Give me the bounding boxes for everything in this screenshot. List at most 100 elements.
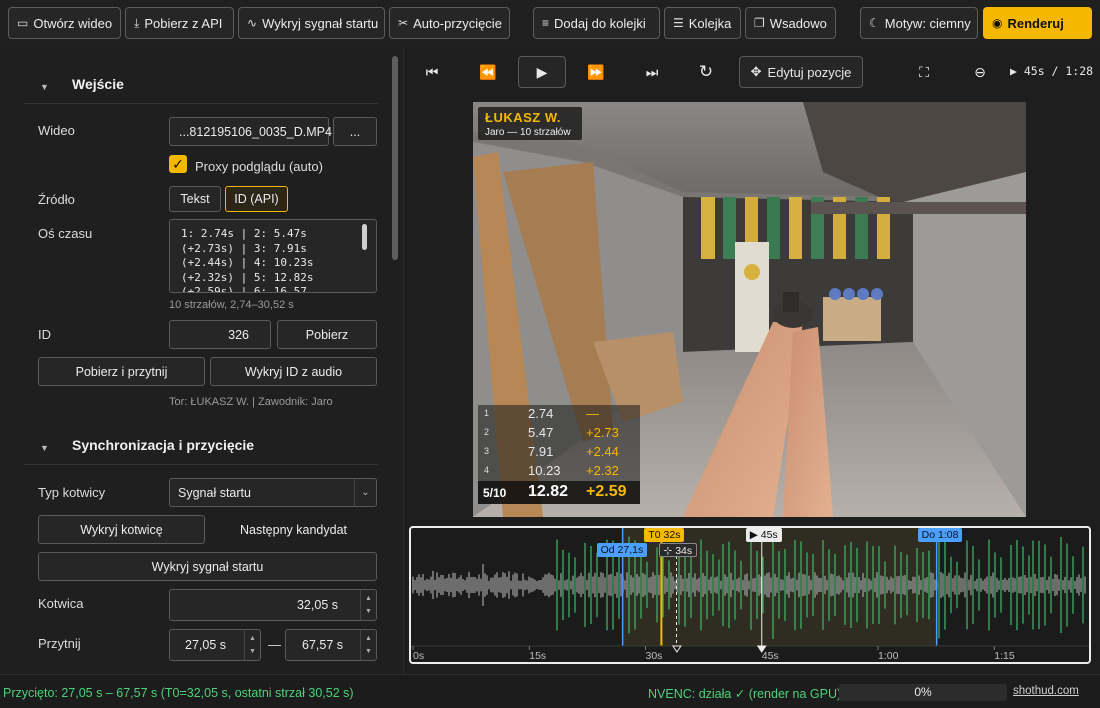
chevron-down-icon: ▼: [365, 648, 372, 655]
tick-label: 1:15: [994, 650, 1015, 662]
settings-scrollbar[interactable]: [392, 56, 398, 260]
time-readout: ▶ 45s / 1:28: [1010, 64, 1094, 78]
moon-icon: ☾: [869, 16, 880, 30]
chevron-up-icon: ▲: [249, 635, 256, 642]
trim-label: Przytnij: [38, 636, 81, 651]
waveform-timeline[interactable]: 0s 15s 30s 45s 1:00 1:15 T0 32s ▶ 45s Od 27,1…: [409, 526, 1091, 664]
anchor-label: Kotwica: [38, 596, 84, 611]
fetch-api-button[interactable]: ⤓ Pobierz z API: [125, 7, 234, 39]
shooter-name: ŁUKASZ W.: [485, 110, 561, 125]
detect-start-button[interactable]: ∿ Wykryj sygnał startu: [238, 7, 385, 39]
spin-buttons[interactable]: ▲ ▼: [360, 590, 376, 620]
meta-hint: Tor: ŁUKASZ W. | Zawodnik: Jaro: [169, 396, 333, 408]
skip-end-button[interactable]: ⏭: [638, 56, 666, 88]
anchor-type-select[interactable]: Sygnał startu ⌄: [169, 478, 377, 507]
fast-forward-icon: ⏩: [587, 63, 605, 80]
chevron-up-icon: ▲: [365, 595, 372, 602]
video-label: Wideo: [38, 123, 75, 138]
trim-to-label[interactable]: Do 1:08: [917, 528, 963, 542]
proxy-label: Proxy podglądu (auto): [195, 159, 323, 174]
gpu-status: NVENC: działa ✓ (render na GPU): [648, 687, 842, 701]
auto-trim-button[interactable]: ✂ Auto-przycięcie: [389, 7, 510, 39]
detect-start-signal-button[interactable]: Wykryj sygnał startu: [38, 552, 377, 581]
shot-row: 4 10.23 +2.32: [478, 462, 640, 481]
zoom-out-button[interactable]: ⊖: [966, 56, 994, 88]
skip-start-icon: ⏮: [425, 63, 439, 80]
video-preview[interactable]: ŁUKASZ W. Jaro — 10 strzałów 1 2.74— 2 5.4…: [473, 102, 1026, 517]
render-button[interactable]: ◉ Renderuj: [983, 7, 1092, 39]
rewind-icon: ⏪: [479, 63, 497, 80]
play-button[interactable]: ▶: [518, 56, 566, 88]
anchor-type-label: Typ kotwicy: [38, 485, 106, 500]
fetch-button[interactable]: Pobierz: [277, 320, 377, 349]
spin-buttons[interactable]: ▲ ▼: [360, 630, 376, 660]
spin-buttons[interactable]: ▲ ▼: [244, 630, 260, 660]
timeline-line: (+2.59s) | 6: 16.57: [181, 285, 307, 293]
trim-from-spinbox[interactable]: 27,05 s ▲ ▼: [169, 629, 261, 661]
render-progress: 0%: [839, 684, 1007, 701]
detect-anchor-button[interactable]: Wykryj kotwicę: [38, 515, 205, 544]
id-label: ID: [38, 327, 51, 342]
progress-text: 0%: [914, 685, 932, 699]
playhead-label[interactable]: ▶ 45s: [745, 528, 782, 542]
chevron-down-icon: ▼: [249, 648, 256, 655]
shooter-card: ŁUKASZ W. Jaro — 10 strzałów: [478, 107, 582, 140]
zoom-out-icon: ⊖: [974, 63, 986, 80]
source-id-button[interactable]: ID (API): [225, 186, 288, 212]
timeline-hint: 10 strzałów, 2,74–30,52 s: [169, 299, 294, 311]
shot-row: 3 7.91 +2.44: [478, 443, 640, 462]
tick-label: 15s: [529, 650, 546, 662]
reload-button[interactable]: ↻: [692, 56, 720, 88]
tick-label: 0s: [413, 650, 424, 662]
cursor-label: ⊹ 34s: [658, 543, 698, 557]
scissors-icon: ✂: [398, 16, 409, 30]
play-icon: ▶: [536, 63, 548, 80]
download-icon: ⤓: [134, 15, 140, 30]
trim-from-label[interactable]: Od 27,1s: [596, 543, 648, 557]
shot-row: 2 5.47 +2.73: [478, 424, 640, 443]
video-path-field[interactable]: ...812195106_0035_D.MP4: [169, 117, 332, 146]
detect-id-button[interactable]: Wykryj ID z audio: [210, 357, 377, 386]
timeline-line: (+2.73s) | 3: 7.91s: [181, 241, 307, 255]
next-candidate-button[interactable]: Następny kandydat: [210, 515, 377, 544]
edit-position-button[interactable]: ✥ Edytuj pozycje: [739, 56, 863, 88]
waveform-graph: 0s 15s 30s 45s 1:00 1:15: [411, 528, 1089, 662]
add-queue-button[interactable]: ≡ Dodaj do kolejki: [533, 7, 660, 39]
input-section-header[interactable]: ▼ Wejście: [24, 68, 378, 104]
browse-button[interactable]: ...: [333, 117, 377, 146]
brand-link[interactable]: shothud.com: [1013, 685, 1079, 697]
timeline-textarea[interactable]: 1: 2.74s | 2: 5.47s (+2.73s) | 3: 7.91s …: [169, 219, 377, 293]
axis-marker-icon: [671, 645, 682, 653]
status-bar: Przycięto: 27,05 s – 67,57 s (T0=32,05 s…: [0, 674, 1100, 708]
move-icon: ✥: [750, 64, 762, 79]
skip-start-button[interactable]: ⏮: [418, 56, 446, 88]
chevron-down-icon: ▼: [40, 82, 49, 92]
source-text-button[interactable]: Tekst: [169, 186, 221, 212]
sync-section-header[interactable]: ▼ Synchronizacja i przycięcie: [24, 429, 378, 465]
stack-icon: ❐: [754, 16, 765, 30]
trim-to-spinbox[interactable]: 67,57 s ▲ ▼: [285, 629, 377, 661]
rewind-button[interactable]: ⏪: [474, 56, 502, 88]
shooter-subtitle: Jaro — 10 strzałów: [485, 127, 571, 138]
chevron-up-icon: ▲: [365, 635, 372, 642]
id-field[interactable]: 326: [169, 320, 271, 349]
fetch-trim-button[interactable]: Pobierz i przytnij: [38, 357, 205, 386]
anchor-spinbox[interactable]: 32,05 s ▲ ▼: [169, 589, 377, 621]
fullscreen-icon: ⛶: [919, 63, 929, 80]
queue-button[interactable]: ☰ Kolejka: [664, 7, 741, 39]
sync-section-title: Synchronizacja i przycięcie: [72, 437, 255, 453]
t0-marker-label[interactable]: T0 32s: [644, 528, 685, 542]
forward-button[interactable]: ⏩: [582, 56, 610, 88]
timeline-line: (+2.32s) | 5: 12.82s: [181, 270, 314, 284]
open-video-button[interactable]: ▭ Otwórz wideo: [8, 7, 121, 39]
fullscreen-button[interactable]: ⛶: [910, 56, 938, 88]
waveform-icon: ∿: [247, 16, 258, 30]
trim-status: Przycięto: 27,05 s – 67,57 s (T0=32,05 s…: [3, 686, 354, 700]
playlist-add-icon: ≡: [542, 16, 550, 30]
record-icon: ◉: [992, 16, 1003, 30]
textarea-scrollbar[interactable]: [362, 224, 367, 250]
theme-button[interactable]: ☾ Motyw: ciemny: [860, 7, 978, 39]
batch-button[interactable]: ❐ Wsadowo: [745, 7, 836, 39]
list-icon: ☰: [673, 16, 684, 30]
proxy-checkbox[interactable]: ✓: [169, 155, 187, 173]
